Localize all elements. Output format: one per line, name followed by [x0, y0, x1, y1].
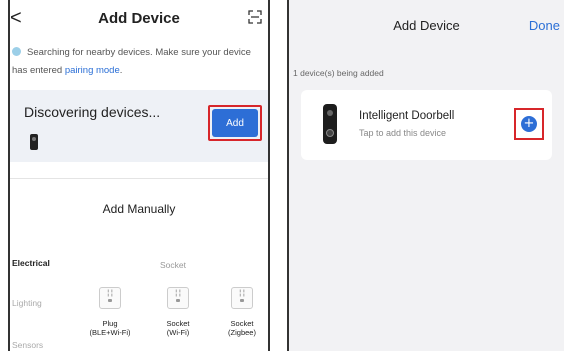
tile-label: Socket (Zigbee)	[228, 319, 256, 337]
search-text: Searching for nearby devices. Make sure …	[12, 47, 251, 76]
left-screen: < Add Device Searching for nearby device…	[8, 0, 270, 351]
search-suffix: .	[119, 65, 123, 76]
doorbell-icon	[30, 134, 38, 150]
device-subtitle: Tap to add this device	[359, 128, 447, 138]
left-header: < Add Device	[10, 0, 268, 38]
device-tile-socket-zigbee[interactable]: Socket(Zigbee)	[212, 287, 268, 337]
search-status: Searching for nearby devices. Make sure …	[12, 44, 260, 80]
scan-icon[interactable]	[248, 10, 262, 24]
tile-label: Plug (BLE+Wi-Fi)	[89, 319, 131, 337]
plus-icon[interactable]: +	[521, 116, 537, 132]
page-title: Add Device	[393, 18, 460, 33]
right-screen: Add Device Done 1 device(s) being added …	[287, 0, 564, 351]
category-lighting[interactable]: Lighting	[12, 298, 42, 308]
subcategory-heading: Socket	[160, 260, 186, 270]
done-button[interactable]: Done	[529, 18, 560, 33]
device-tile-socket-wifi[interactable]: Socket(Wi-Fi)	[148, 287, 208, 337]
devices-being-added-count: 1 device(s) being added	[293, 68, 384, 78]
right-header: Add Device Done	[289, 0, 564, 40]
device-card[interactable]: Intelligent Doorbell Tap to add this dev…	[301, 90, 552, 160]
socket-icon	[99, 287, 121, 309]
device-tile-plug[interactable]: Plug(BLE+Wi-Fi)	[80, 287, 140, 337]
spinner-icon	[12, 47, 21, 56]
discovering-label: Discovering devices...	[24, 104, 161, 120]
device-name: Intelligent Doorbell	[359, 110, 455, 122]
divider	[10, 178, 268, 179]
add-button[interactable]: Add	[212, 109, 258, 137]
page-title: Add Device	[98, 10, 180, 27]
socket-icon	[231, 287, 253, 309]
category-sensors[interactable]: Sensors	[12, 340, 43, 350]
add-manually-title: Add Manually	[102, 202, 176, 216]
discovered-device-card: Discovering devices... Add	[10, 90, 268, 162]
socket-icon	[167, 287, 189, 309]
pairing-mode-link[interactable]: pairing mode	[65, 65, 120, 76]
category-electrical[interactable]: Electrical	[12, 258, 50, 268]
doorbell-icon	[323, 104, 337, 144]
tile-label: Socket (Wi-Fi)	[166, 319, 190, 337]
